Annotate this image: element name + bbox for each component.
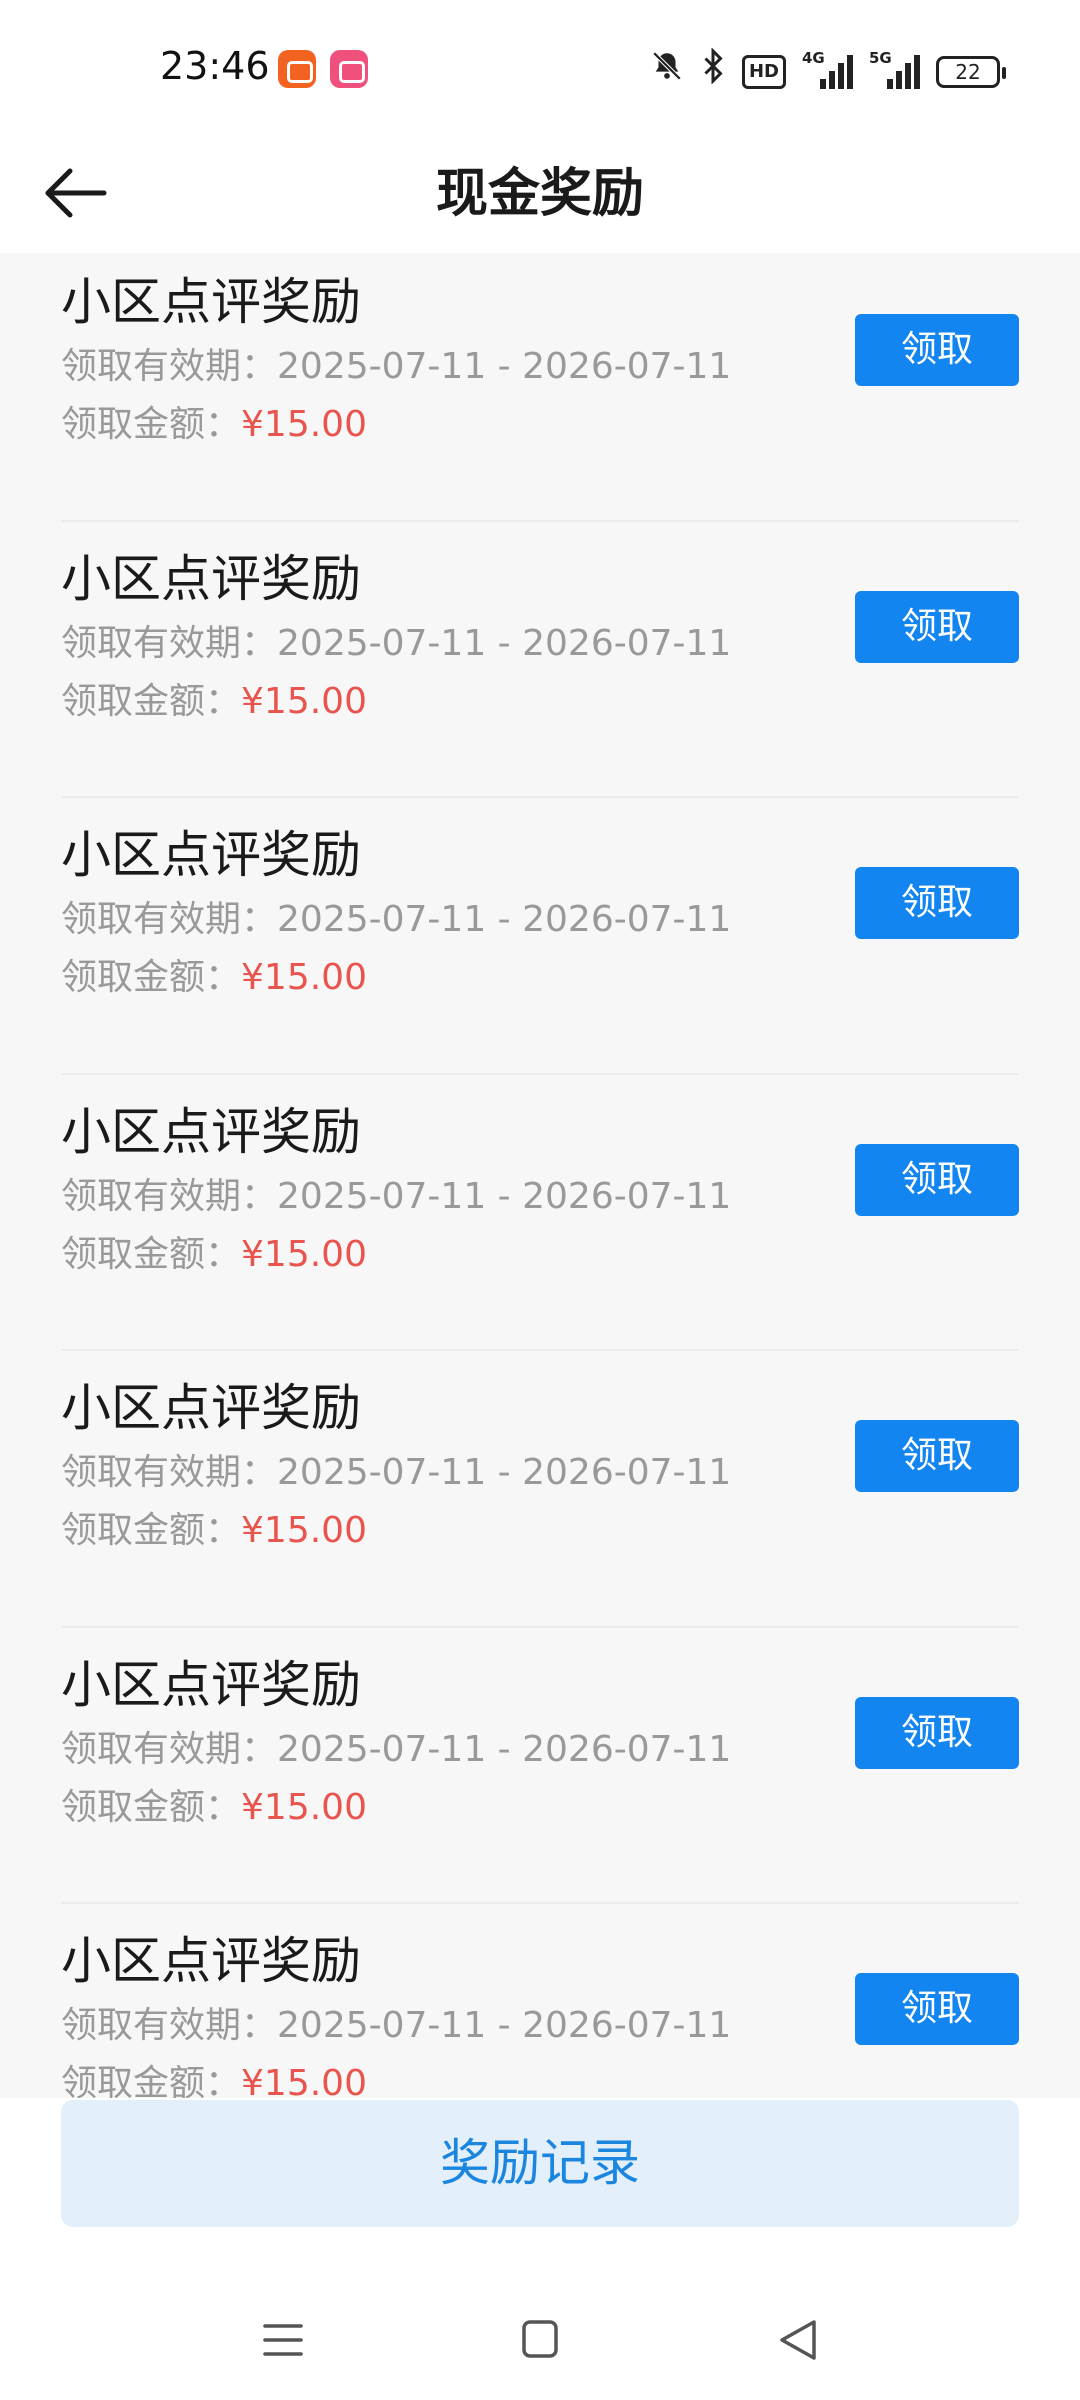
reward-amount-row: 领取金额：¥15.00 [61,2059,367,2098]
reward-title: 小区点评奖励 [61,1655,361,1714]
hd-icon: HD [741,54,786,89]
reward-item: 小区点评奖励领取有效期：2025-07-11 - 2026-07-11 领取金额：… [0,1351,1080,1628]
mute-bell-icon [650,49,684,94]
reward-item: 小区点评奖励领取有效期：2025-07-11 - 2026-07-11 领取金额：… [0,522,1080,798]
period-label: 领取有效期： [61,1728,278,1770]
amount-label: 领取金额： [61,1786,242,1828]
amount-label: 领取金额： [61,1510,242,1551]
amount-value: ¥15.00 [241,404,367,445]
amount-value: ¥15.00 [241,680,367,722]
reward-period: 领取有效期：2025-07-11 - 2026-07-11 [61,619,731,669]
reward-list-inner: 小区点评奖励 领取有效期：2025-07-11 - 2026-07-11 领取金额：… [0,253,1080,2098]
period-value: 2025-07-11 - 2026-07-11 [277,2005,732,2046]
page-title: 现金奖励 [435,164,644,224]
reward-title: 小区点评奖励 [61,1379,361,1437]
app-notification-icon [278,50,316,88]
home-button[interactable] [500,2300,580,2380]
amount-value: ¥15.00 [241,1786,367,1828]
period-label: 领取有效期： [61,622,278,664]
reward-title: 小区点评奖励 [61,1102,361,1161]
back-triangle-icon [780,2320,816,2360]
period-value: 2025-07-11 - 2026-07-11 [277,899,732,940]
menu-button[interactable] [243,2300,323,2380]
reward-amount-row: 领取金额：¥15.00 [61,1506,367,1556]
period-value: 2025-07-11 - 2026-07-11 [277,1175,732,1217]
reward-title: 小区点评奖励 [61,273,361,331]
reward-item: 小区点评奖励领取有效期：2025-07-11 - 2026-07-11 领取金额：… [0,798,1080,1075]
amount-value: ¥15.00 [241,1233,367,1275]
period-value: 2025-07-11 - 2026-07-11 [277,1728,732,1770]
period-label: 领取有效期： [61,346,278,387]
reward-item: 小区点评奖励领取有效期：2025-07-11 - 2026-07-11 领取金额：… [0,253,1080,522]
period-label: 领取有效期： [61,899,278,940]
claim-button[interactable]: 领取 [855,1420,1019,1492]
bluetooth-icon [700,47,726,95]
reward-amount-row: 领取金额：¥15.00 [61,953,367,1003]
reward-period: 领取有效期：2025-07-11 - 2026-07-11 [61,895,731,945]
status-bar: 23:46 HD 4G 5G 22 [0,0,1080,135]
reward-list[interactable]: 小区点评奖励 领取有效期：2025-07-11 - 2026-07-11 领取金额：… [0,253,1080,2098]
reward-period: 领取有效期：2025-07-11 - 2026-07-11 [61,1172,731,1222]
claim-button[interactable]: 领取 [855,590,1019,663]
4g-signal-icon: 4G [802,49,853,89]
amount-value: ¥15.00 [241,1510,367,1551]
reward-period: 领取有效期：2025-07-11 - 2026-07-11 [61,1725,731,1775]
net-4g-label: 4G [802,48,825,67]
reward-item: 小区点评奖励领取有效期：2025-07-11 - 2026-07-11 领取金额：… [0,1904,1080,2098]
amount-label: 领取金额： [61,957,242,998]
reward-period: 领取有效期：2025-07-11 - 2026-07-11 [61,342,731,392]
battery-icon: 22 [936,55,1006,88]
reward-title: 小区点评奖励 [61,826,361,884]
reward-title: 小区点评奖励 [61,1932,361,1990]
reward-amount-row: 领取金额：¥15.00 [61,1783,367,1833]
claim-button[interactable]: 领取 [855,1973,1019,2045]
claim-button[interactable]: 领取 [855,314,1019,386]
status-time: 23:46 [160,44,270,88]
period-label: 领取有效期： [61,1175,278,1217]
app-header: 现金奖励 [0,135,1080,253]
reward-period: 领取有效期：2025-07-11 - 2026-07-11 [61,1448,731,1498]
reward-amount-row: 领取金额：¥15.00 [61,677,367,727]
status-icons: HD 4G 5G 22 [650,47,1006,95]
period-value: 2025-07-11 - 2026-07-11 [277,1452,732,1493]
screen: 23:46 HD 4G 5G 22 现金奖励 小区点评奖励 领取有效期：2025… [0,0,1080,2400]
amount-value: ¥15.00 [241,957,367,998]
period-label: 领取有效期： [61,2005,278,2046]
amount-label: 领取金额： [61,1233,242,1275]
reward-period: 领取有效期：2025-07-11 - 2026-07-11 [61,2001,731,2051]
menu-icon [263,2324,303,2356]
amount-value: ¥15.00 [241,2063,367,2098]
amount-label: 领取金额： [61,404,242,445]
5g-signal-icon: 5G [869,49,920,89]
nav-back-button[interactable] [758,2300,838,2380]
home-square-icon [522,2320,558,2358]
net-5g-label: 5G [869,48,892,67]
app-notification-icon [330,50,368,88]
reward-record-button[interactable]: 奖励记录 [61,2100,1019,2227]
period-value: 2025-07-11 - 2026-07-11 [277,346,732,387]
amount-label: 领取金额： [61,2063,242,2098]
reward-amount-row: 领取金额：¥15.00 [61,1230,367,1280]
period-label: 领取有效期： [61,1452,278,1493]
claim-button[interactable]: 领取 [855,867,1019,939]
system-nav-bar [0,2278,1080,2400]
reward-item: 小区点评奖励领取有效期：2025-07-11 - 2026-07-11 领取金额：… [0,1075,1080,1351]
claim-button[interactable]: 领取 [855,1696,1019,1769]
amount-label: 领取金额： [61,680,242,722]
reward-title: 小区点评奖励 [61,549,361,608]
reward-amount-row: 领取金额：¥15.00 [61,400,367,450]
reward-item: 小区点评奖励领取有效期：2025-07-11 - 2026-07-11 领取金额：… [0,1628,1080,1904]
period-value: 2025-07-11 - 2026-07-11 [277,622,732,664]
claim-button[interactable]: 领取 [855,1143,1019,1216]
